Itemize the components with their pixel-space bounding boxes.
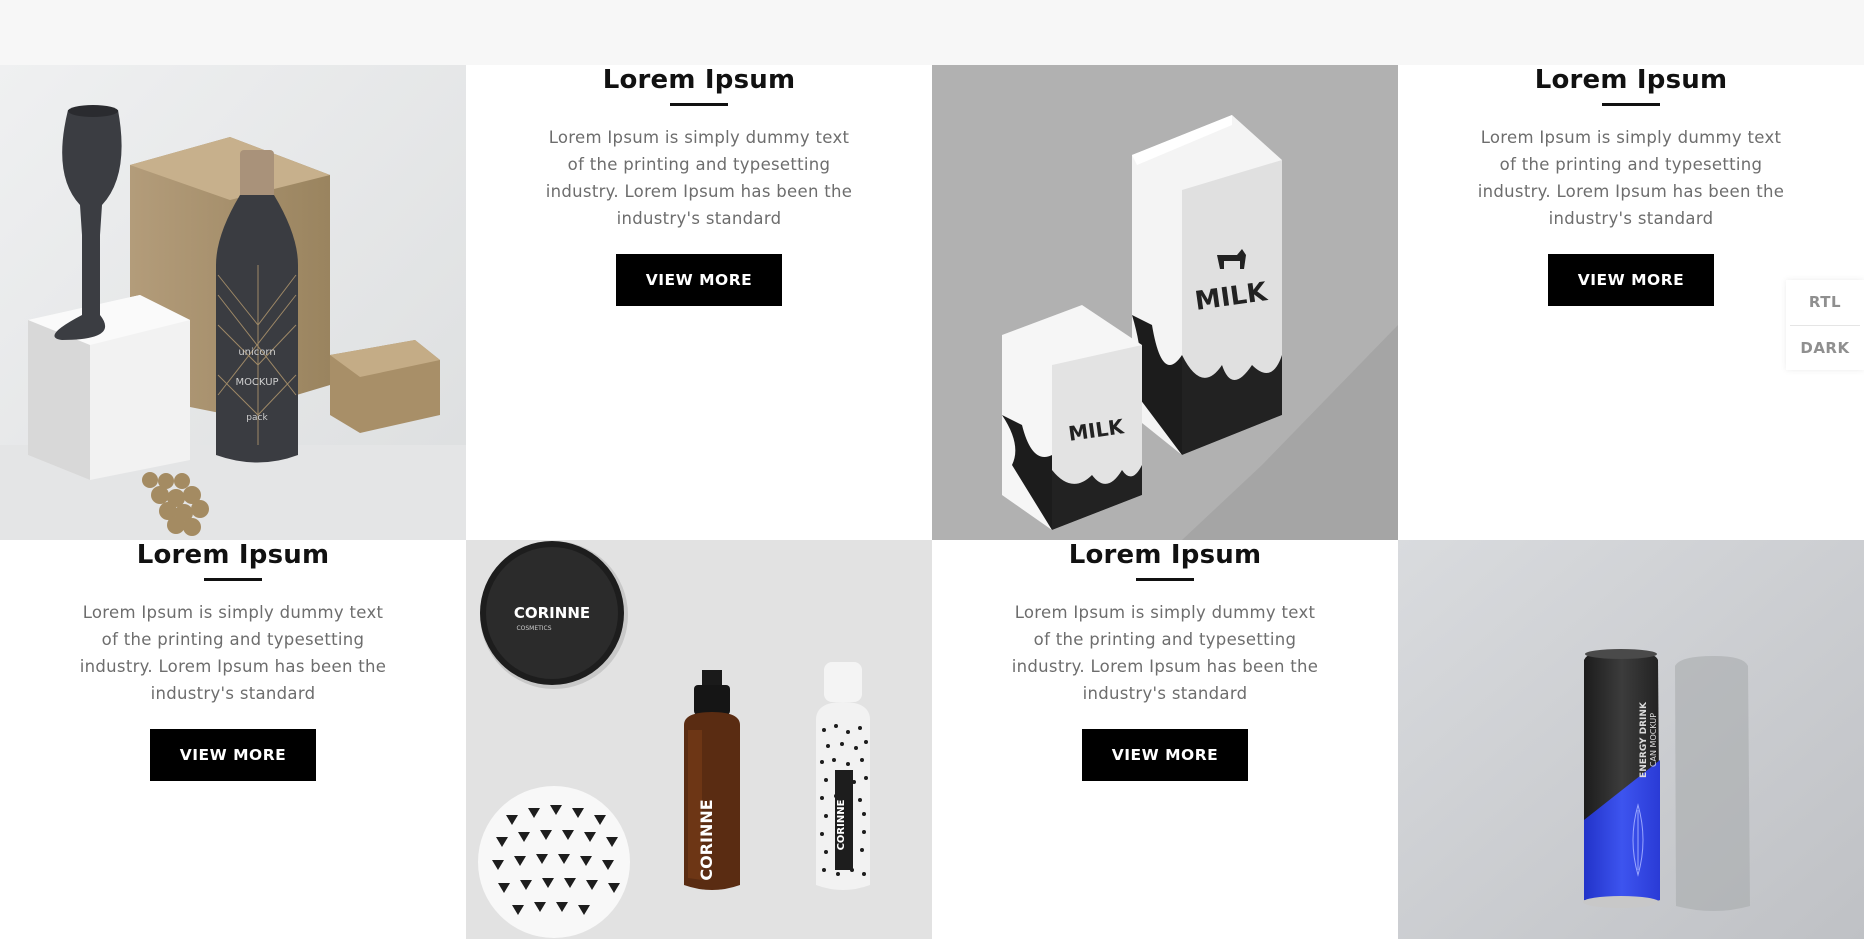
- title-underline: [204, 578, 262, 581]
- small-bottle-brand-text: CORINNE: [836, 799, 847, 850]
- side-option-panel: RTL DARK: [1786, 280, 1864, 370]
- title-underline: [1602, 103, 1660, 106]
- view-more-button[interactable]: VIEW MORE: [150, 729, 316, 781]
- milk-mockup-image: MILK MILK: [932, 65, 1398, 540]
- can-mockup-image: ENERGY DRINK CAN MOCKUP: [1398, 540, 1864, 939]
- bottle-label-2: MOCKUP: [235, 377, 278, 388]
- top-bar: [0, 0, 1864, 65]
- card-title: Lorem Ipsum: [136, 540, 330, 570]
- text-card-1: Lorem Ipsum Lorem Ipsum is simply dummy …: [466, 65, 932, 540]
- can-label-1: ENERGY DRINK: [1639, 701, 1649, 778]
- text-card-3: Lorem Ipsum Lorem Ipsum is simply dummy …: [0, 540, 466, 939]
- can-image-card[interactable]: ENERGY DRINK CAN MOCKUP: [1398, 540, 1864, 939]
- card-title: Lorem Ipsum: [1534, 65, 1728, 95]
- dark-mode-toggle[interactable]: DARK: [1786, 326, 1864, 371]
- bottle-brand-text: CORINNE: [697, 799, 716, 880]
- text-card-4: Lorem Ipsum Lorem Ipsum is simply dummy …: [932, 540, 1398, 939]
- card-description: Lorem Ipsum is simply dummy text of the …: [545, 128, 853, 228]
- can-label-2: CAN MOCKUP: [1649, 713, 1658, 767]
- rtl-toggle[interactable]: RTL: [1786, 280, 1864, 325]
- title-underline: [1136, 578, 1194, 581]
- card-title: Lorem Ipsum: [602, 65, 796, 95]
- jar-brand-text: CORINNE: [514, 604, 590, 622]
- view-more-button[interactable]: VIEW MORE: [1548, 254, 1714, 306]
- bottle-label-1: unicorn: [238, 347, 275, 358]
- cosmetics-image-card[interactable]: CORINNE COSMETICS CORINNE CORINNE: [466, 540, 932, 939]
- milk-image-card[interactable]: MILK MILK: [932, 65, 1398, 540]
- card-description: Lorem Ipsum is simply dummy text of the …: [1011, 603, 1319, 703]
- wine-mockup-image: unicorn MOCKUP pack: [0, 65, 466, 540]
- card-description: Lorem Ipsum is simply dummy text of the …: [79, 603, 387, 703]
- view-more-button[interactable]: VIEW MORE: [616, 254, 782, 306]
- cosmetics-mockup-image: CORINNE COSMETICS CORINNE CORINNE: [466, 540, 932, 939]
- jar-brand-subtext: COSMETICS: [516, 625, 551, 632]
- product-grid: unicorn MOCKUP pack Lorem Ipsum Lorem Ip…: [0, 65, 1864, 939]
- wine-image-card[interactable]: unicorn MOCKUP pack: [0, 65, 466, 540]
- title-underline: [670, 103, 728, 106]
- view-more-button[interactable]: VIEW MORE: [1082, 729, 1248, 781]
- bottle-label-3: pack: [246, 413, 268, 423]
- card-description: Lorem Ipsum is simply dummy text of the …: [1477, 128, 1785, 228]
- card-title: Lorem Ipsum: [1068, 540, 1262, 570]
